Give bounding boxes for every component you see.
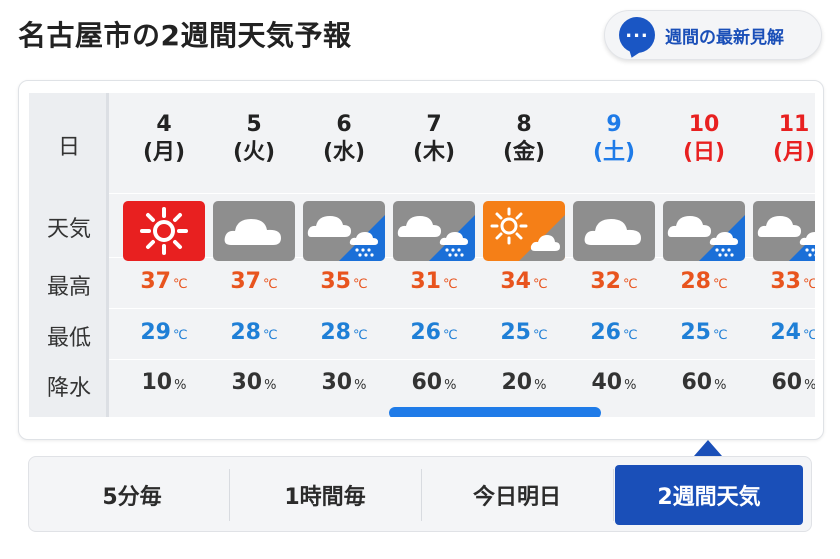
day-number: 9	[606, 112, 622, 137]
day-column: 7 (木) 31 ℃ 26 ℃ 60%	[389, 93, 479, 417]
row-label-weather: 天気	[46, 217, 91, 242]
row-header-column: 日 天気 最高 最低 降水	[29, 93, 109, 417]
forecast-table[interactable]: 日 天気 最高 最低 降水 4 (月) 37 ℃ 29 ℃ 10% 5 (火) 37 ℃ 28 ℃ 30%…	[29, 93, 815, 417]
row-label-low: 最低	[46, 326, 91, 351]
rain-chance: 60%	[681, 370, 727, 395]
rain-chance: 20%	[501, 370, 547, 395]
high-temp: 35 ℃	[320, 269, 368, 294]
day-number: 8	[516, 112, 532, 137]
row-label-rain: 降水	[46, 376, 91, 401]
latest-outlook-button[interactable]: ... 週間の最新見解	[604, 10, 822, 60]
high-temp: 37 ℃	[140, 269, 188, 294]
tab-2week[interactable]: 2週間天気	[615, 465, 803, 525]
high-temp: 28 ℃	[680, 269, 728, 294]
weather-sunny-cloudy-icon	[483, 201, 565, 261]
high-temp: 32 ℃	[590, 269, 638, 294]
forecast-card: 日 天気 最高 最低 降水 4 (月) 37 ℃ 29 ℃ 10% 5 (火) 37 ℃ 28 ℃ 30%…	[18, 80, 824, 440]
tab-5min[interactable]: 5分毎	[37, 465, 227, 525]
day-of-week: (水)	[322, 140, 366, 165]
low-temp: 25 ℃	[500, 320, 548, 345]
day-column: 8 (金) 34 ℃ 25 ℃ 20%	[479, 93, 569, 417]
page-title: 名古屋市の2週間天気予報	[18, 19, 352, 52]
row-label-date: 日	[57, 135, 80, 160]
row-label-high: 最高	[46, 275, 91, 300]
tab-today-tomorrow[interactable]: 今日明日	[423, 465, 611, 525]
weather-cloudy-rain-icon	[663, 201, 745, 261]
rain-chance: 30%	[231, 370, 277, 395]
day-column: 9 (土) 32 ℃ 26 ℃ 40%	[569, 93, 659, 417]
low-temp: 26 ℃	[410, 320, 458, 345]
low-temp: 26 ℃	[590, 320, 638, 345]
active-tab-pointer	[694, 440, 722, 456]
weather-cloudy-rain-icon	[303, 201, 385, 261]
high-temp: 37 ℃	[230, 269, 278, 294]
day-number: 11	[778, 112, 810, 137]
day-column: 4 (月) 37 ℃ 29 ℃ 10%	[119, 93, 209, 417]
low-temp: 28 ℃	[230, 320, 278, 345]
day-number: 6	[336, 112, 352, 137]
day-of-week: (月)	[772, 140, 815, 165]
day-of-week: (木)	[412, 140, 456, 165]
low-temp: 25 ℃	[680, 320, 728, 345]
rain-chance: 30%	[321, 370, 367, 395]
low-temp: 29 ℃	[140, 320, 188, 345]
rain-chance: 60%	[771, 370, 816, 395]
rain-chance: 40%	[591, 370, 637, 395]
day-of-week: (日)	[682, 140, 726, 165]
day-column: 11 (月) 33℃ 24℃ 60%	[749, 93, 815, 417]
day-number: 5	[246, 112, 262, 137]
tab-hourly[interactable]: 1時間毎	[231, 465, 419, 525]
rain-chance: 10%	[141, 370, 187, 395]
day-of-week: (土)	[592, 140, 636, 165]
speech-bubble-icon: ...	[619, 17, 655, 53]
forecast-tabs: 5分毎 1時間毎 今日明日 2週間天気	[28, 456, 812, 532]
latest-outlook-label: 週間の最新見解	[665, 27, 784, 48]
day-of-week: (火)	[232, 140, 276, 165]
weather-cloudy-rain-icon	[753, 201, 815, 261]
high-temp: 33 ℃	[770, 269, 815, 294]
day-of-week: (金)	[502, 140, 546, 165]
low-temp: 24 ℃	[770, 320, 815, 345]
day-number: 4	[156, 112, 172, 137]
high-temp: 34 ℃	[500, 269, 548, 294]
day-column: 10 (日) 28 ℃ 25 ℃ 60%	[659, 93, 749, 417]
low-temp: 28 ℃	[320, 320, 368, 345]
rain-chance: 60%	[411, 370, 457, 395]
day-number: 10	[688, 112, 720, 137]
high-temp: 31 ℃	[410, 269, 458, 294]
weather-cloudy-icon	[573, 201, 655, 261]
weather-cloudy-icon	[213, 201, 295, 261]
weather-cloudy-rain-icon	[393, 201, 475, 261]
day-number: 7	[426, 112, 442, 137]
horizontal-scrollbar[interactable]	[389, 407, 601, 417]
weather-sunny-icon	[123, 201, 205, 261]
day-of-week: (月)	[142, 140, 186, 165]
day-column: 5 (火) 37 ℃ 28 ℃ 30%	[209, 93, 299, 417]
day-column: 6 (水) 35 ℃ 28 ℃ 30%	[299, 93, 389, 417]
